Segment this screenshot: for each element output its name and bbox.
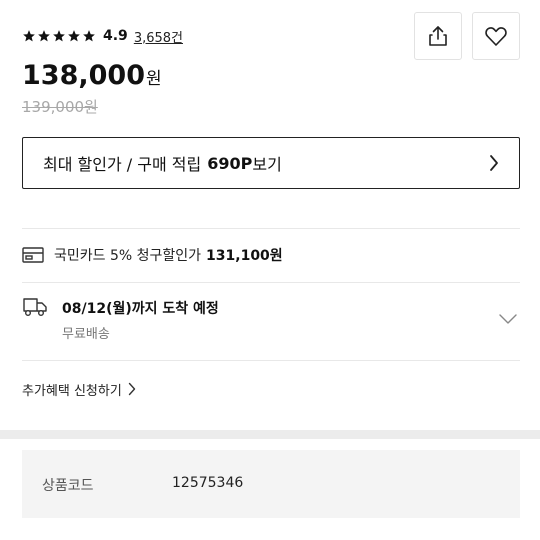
credit-card-icon xyxy=(22,247,44,263)
divider xyxy=(22,360,520,361)
star-icon xyxy=(83,30,95,42)
rating-stars xyxy=(22,29,96,43)
card-benefit-row: 국민카드 5% 청구할인가 131,100원 xyxy=(22,244,283,266)
product-info-panel: 상품코드 12575346 xyxy=(22,450,520,518)
divider xyxy=(22,282,520,283)
chevron-down-icon[interactable] xyxy=(498,313,518,325)
star-icon xyxy=(53,30,65,42)
section-separator xyxy=(0,430,540,439)
chevron-right-icon xyxy=(490,155,498,171)
rating-row: 4.9 3,658건 xyxy=(22,24,183,48)
star-icon xyxy=(68,30,80,42)
delivery-fee: 무료배송 xyxy=(62,327,110,342)
rating-score: 4.9 xyxy=(103,28,128,44)
star-icon xyxy=(23,30,35,42)
delivery-truck-icon xyxy=(23,298,47,316)
extra-benefit-label: 추가혜택 신청하기 xyxy=(22,383,122,399)
wishlist-button[interactable] xyxy=(472,12,520,60)
card-benefit-amount: 131,100원 xyxy=(206,248,283,264)
sale-price-value: 138,000 xyxy=(22,60,145,91)
max-discount-button[interactable]: 최대 할인가 / 구매 적립 690P 보기 xyxy=(22,137,520,189)
share-button[interactable] xyxy=(414,12,462,60)
discount-points: 690P xyxy=(207,153,253,173)
product-code-label: 상품코드 xyxy=(42,478,94,494)
sale-price: 138,000 원 xyxy=(22,60,162,96)
card-benefit-text: 국민카드 5% 청구할인가 xyxy=(54,248,202,264)
delivery-eta: 08/12(월)까지 도착 예정 xyxy=(62,301,219,317)
divider xyxy=(22,228,520,229)
original-price: 139,000원 xyxy=(22,98,98,116)
product-code-value: 12575346 xyxy=(172,475,244,491)
extra-benefit-link[interactable]: 추가혜택 신청하기 xyxy=(22,379,136,399)
heart-icon xyxy=(485,27,507,46)
review-count-link[interactable]: 3,658건 xyxy=(134,27,183,46)
star-icon xyxy=(38,30,50,42)
discount-view-label: 보기 xyxy=(252,155,282,174)
sale-price-unit: 원 xyxy=(145,69,162,89)
share-icon xyxy=(429,26,447,46)
chevron-right-icon xyxy=(128,382,136,396)
discount-label: 최대 할인가 / 구매 적립 xyxy=(43,155,202,174)
